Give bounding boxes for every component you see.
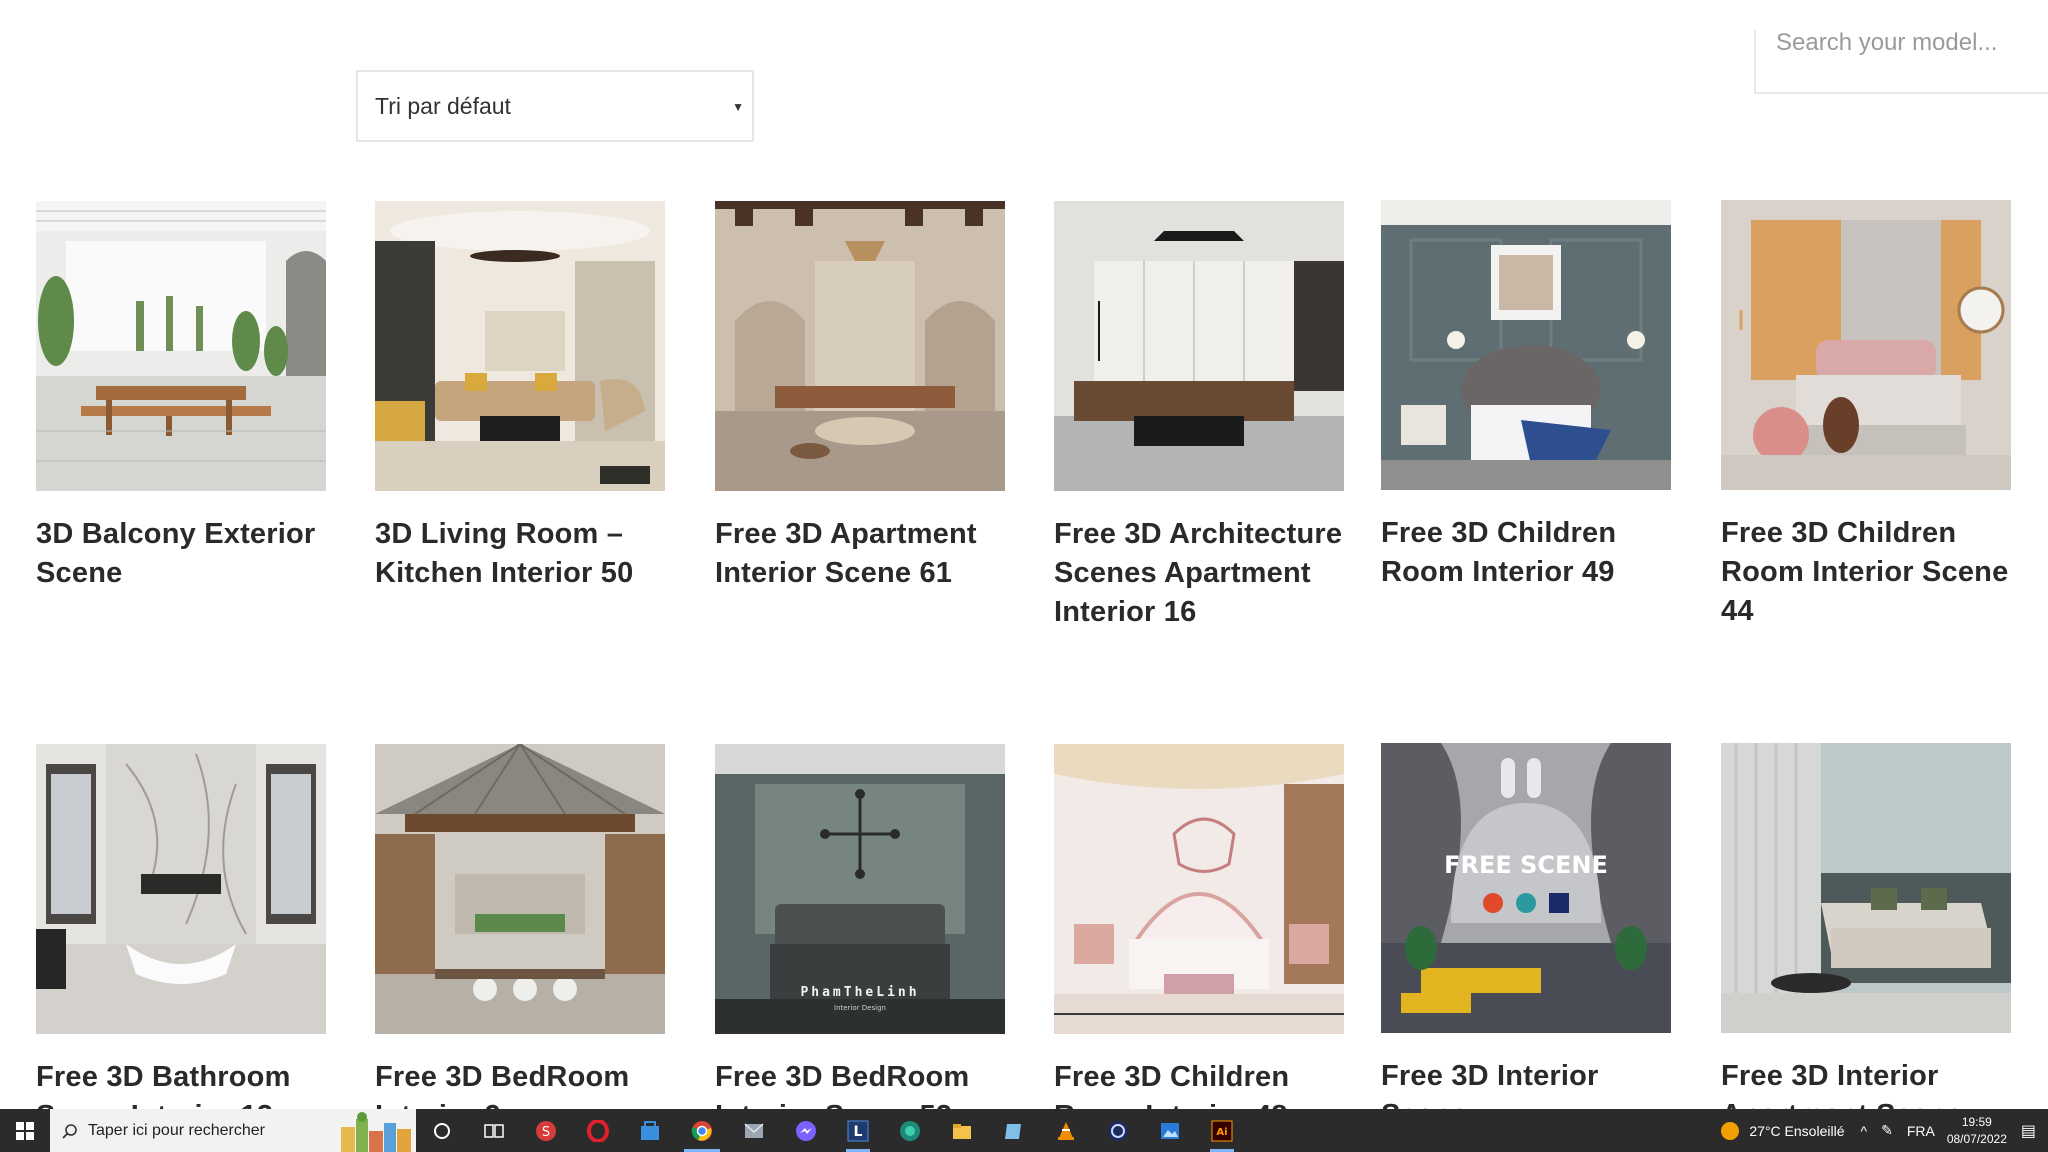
product-card[interactable]: Free 3D Bathroom Scene Interior 12 [36, 744, 326, 1136]
product-card[interactable]: Free 3D Architecture Scenes Apartment In… [1054, 201, 1344, 632]
language-indicator[interactable]: FRA [1907, 1123, 1935, 1139]
clock[interactable]: 19:59 08/07/2022 [1947, 1114, 2007, 1148]
product-title[interactable]: 3D Living Room – Kitchen Interior 50 [375, 515, 665, 593]
product-thumbnail[interactable]: PhamTheLinh Interior Design [715, 744, 1005, 1034]
svg-text:L: L [854, 1124, 863, 1140]
notes-app-icon[interactable] [988, 1109, 1040, 1152]
taskbar-search-placeholder: Taper ici pour rechercher [88, 1121, 265, 1139]
product-title[interactable]: Free 3D Architecture Scenes Apartment In… [1054, 515, 1344, 632]
product-thumbnail[interactable]: FREE SCENE [1381, 743, 1671, 1033]
product-card[interactable]: FREE SCENE Free 3D Interior Scene [1381, 743, 1671, 1135]
search-icon [62, 1123, 77, 1139]
svg-text:Ai: Ai [1216, 1127, 1227, 1138]
clock-date: 08/07/2022 [1946, 1131, 2007, 1146]
product-thumbnail[interactable] [1721, 743, 2011, 1033]
search-input[interactable] [1774, 30, 2048, 66]
product-thumbnail[interactable] [1721, 200, 2011, 490]
cinema4d-icon[interactable] [1092, 1109, 1144, 1152]
product-card[interactable]: Free 3D Interior Apartment Scene [1721, 743, 2011, 1135]
product-card[interactable]: Free 3D Apartment Interior Scene 61 [715, 201, 1005, 593]
clock-time: 19:59 [1961, 1114, 1992, 1129]
weather-widget[interactable]: 27°C Ensoleillé [1721, 1121, 1845, 1140]
app-l-icon[interactable]: L [832, 1109, 884, 1152]
product-thumbnail[interactable] [1381, 200, 1671, 490]
product-thumbnail[interactable] [36, 744, 326, 1034]
messenger-icon[interactable] [780, 1109, 832, 1152]
thumbnail-watermark-sub: Interior Design [834, 1004, 886, 1012]
task-view-icon[interactable] [468, 1109, 520, 1152]
chrome-icon[interactable] [676, 1109, 728, 1152]
taskbar-search-box[interactable]: Taper ici pour rechercher [50, 1109, 416, 1152]
security-app-icon[interactable]: S [520, 1109, 572, 1152]
product-card[interactable]: PhamTheLinh Interior Design Free 3D BedR… [715, 744, 1005, 1136]
product-title[interactable]: 3D Balcony Exterior Scene [36, 515, 326, 593]
product-card[interactable]: Free 3D Children Room Interior Scene 44 [1721, 200, 2011, 631]
system-tray: 27°C Ensoleillé ^ ✎ FRA 19:59 08/07/2022… [1721, 1109, 2048, 1152]
product-thumbnail[interactable] [715, 201, 1005, 491]
photos-app-icon[interactable] [1144, 1109, 1196, 1152]
product-thumbnail[interactable] [36, 201, 326, 491]
opera-browser-icon[interactable] [572, 1109, 624, 1152]
vlc-icon[interactable] [1040, 1109, 1092, 1152]
thumbnail-banner-text: FREE SCENE [1444, 851, 1608, 879]
product-thumbnail[interactable] [1054, 201, 1344, 491]
product-card[interactable]: Free 3D Children Room Interior 48 [1054, 744, 1344, 1136]
thumbnail-watermark: PhamTheLinh [800, 985, 919, 1000]
windows-logo-icon [16, 1121, 34, 1140]
cortana-icon[interactable] [416, 1109, 468, 1152]
start-button[interactable] [0, 1109, 50, 1152]
product-card[interactable]: Free 3D Children Room Interior 49 [1381, 200, 1671, 592]
dropdown-arrow-icon: ▼ [732, 100, 744, 114]
sort-select[interactable]: Tri par défaut ▼ [356, 70, 754, 142]
sun-icon [1721, 1121, 1740, 1140]
windows-taskbar: Taper ici pour rechercher S L Ai 27°C En… [0, 1109, 2048, 1152]
maps-app-icon[interactable] [884, 1109, 936, 1152]
product-title[interactable]: Free 3D Children Room Interior 49 [1381, 514, 1671, 592]
file-explorer-icon[interactable] [936, 1109, 988, 1152]
search-box[interactable] [1754, 30, 2048, 94]
illustrator-icon[interactable]: Ai [1196, 1109, 1248, 1152]
store-icon[interactable] [624, 1109, 676, 1152]
product-title[interactable]: Free 3D Children Room Interior Scene 44 [1721, 514, 2011, 631]
sort-selected-value: Tri par défaut [375, 92, 511, 119]
chevron-up-icon[interactable]: ^ [1861, 1123, 1868, 1139]
mail-app-icon[interactable] [728, 1109, 780, 1152]
product-title[interactable]: Free 3D Apartment Interior Scene 61 [715, 515, 1005, 593]
product-thumbnail[interactable] [1054, 744, 1344, 1034]
product-card[interactable]: 3D Balcony Exterior Scene [36, 201, 326, 593]
search-highlight-icon [341, 1112, 411, 1152]
product-card[interactable]: Free 3D BedRoom Interior 9 [375, 744, 665, 1136]
product-thumbnail[interactable] [375, 744, 665, 1034]
notification-icon[interactable]: ▤ [2021, 1121, 2036, 1141]
svg-text:S: S [542, 1125, 550, 1140]
pen-icon[interactable]: ✎ [1881, 1122, 1893, 1139]
weather-text: 27°C Ensoleillé [1749, 1122, 1845, 1139]
product-thumbnail[interactable] [375, 201, 665, 491]
product-card[interactable]: 3D Living Room – Kitchen Interior 50 [375, 201, 665, 593]
